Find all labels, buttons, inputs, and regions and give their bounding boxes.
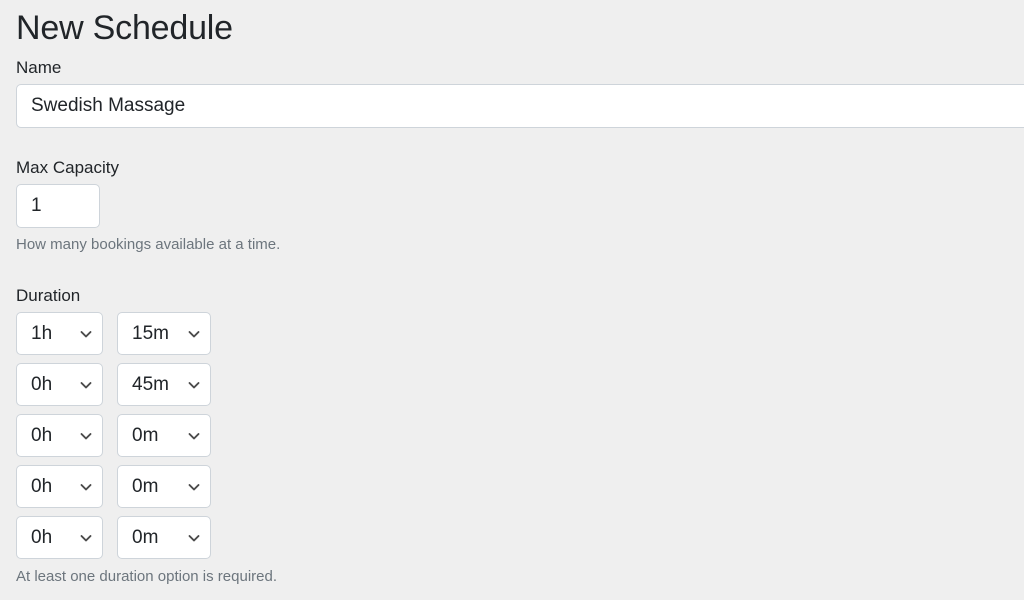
duration-hours-select-4[interactable]: 0h — [16, 516, 103, 559]
duration-minutes-select-2[interactable]: 0m — [117, 414, 211, 457]
page-title: New Schedule — [16, 9, 233, 47]
duration-field-label: Duration — [16, 286, 81, 305]
duration-option-row: 0h 0m — [16, 465, 277, 508]
duration-minutes-select-3[interactable]: 0m — [117, 465, 211, 508]
duration-hours-select-wrapper: 0h — [16, 465, 103, 508]
max-capacity-field-label: Max Capacity — [16, 158, 119, 177]
duration-minutes-select-wrapper: 0m — [117, 516, 211, 559]
duration-hours-select-wrapper: 1h — [16, 312, 103, 355]
duration-field-group: Duration 1h 15m 0h 45m 0h 0m 0h 0m 0h 0m… — [16, 284, 277, 588]
duration-option-row: 0h 45m — [16, 363, 277, 406]
duration-hours-select-3[interactable]: 0h — [16, 465, 103, 508]
duration-minutes-select-wrapper: 0m — [117, 414, 211, 457]
duration-hours-select-wrapper: 0h — [16, 516, 103, 559]
duration-hours-select-1[interactable]: 0h — [16, 363, 103, 406]
duration-help-text: At least one duration option is required… — [16, 568, 277, 585]
duration-option-row: 0h 0m — [16, 516, 277, 559]
duration-options-list: 1h 15m 0h 45m 0h 0m 0h 0m 0h 0m — [16, 312, 277, 559]
new-schedule-form-page: New Schedule Name Max Capacity How many … — [0, 0, 1024, 600]
duration-minutes-select-wrapper: 45m — [117, 363, 211, 406]
duration-hours-select-wrapper: 0h — [16, 414, 103, 457]
duration-option-row: 0h 0m — [16, 414, 277, 457]
max-capacity-input[interactable] — [16, 184, 100, 228]
duration-minutes-select-wrapper: 0m — [117, 465, 211, 508]
name-field-label: Name — [16, 58, 62, 77]
max-capacity-field-group: Max Capacity How many bookings available… — [16, 156, 280, 256]
name-field-group: Name — [16, 56, 1024, 128]
duration-minutes-select-4[interactable]: 0m — [117, 516, 211, 559]
duration-hours-select-0[interactable]: 1h — [16, 312, 103, 355]
name-input[interactable] — [16, 84, 1024, 128]
duration-minutes-select-0[interactable]: 15m — [117, 312, 211, 355]
max-capacity-help-text: How many bookings available at a time. — [16, 236, 281, 253]
duration-hours-select-2[interactable]: 0h — [16, 414, 103, 457]
duration-hours-select-wrapper: 0h — [16, 363, 103, 406]
duration-option-row: 1h 15m — [16, 312, 277, 355]
duration-minutes-select-1[interactable]: 45m — [117, 363, 211, 406]
duration-minutes-select-wrapper: 15m — [117, 312, 211, 355]
